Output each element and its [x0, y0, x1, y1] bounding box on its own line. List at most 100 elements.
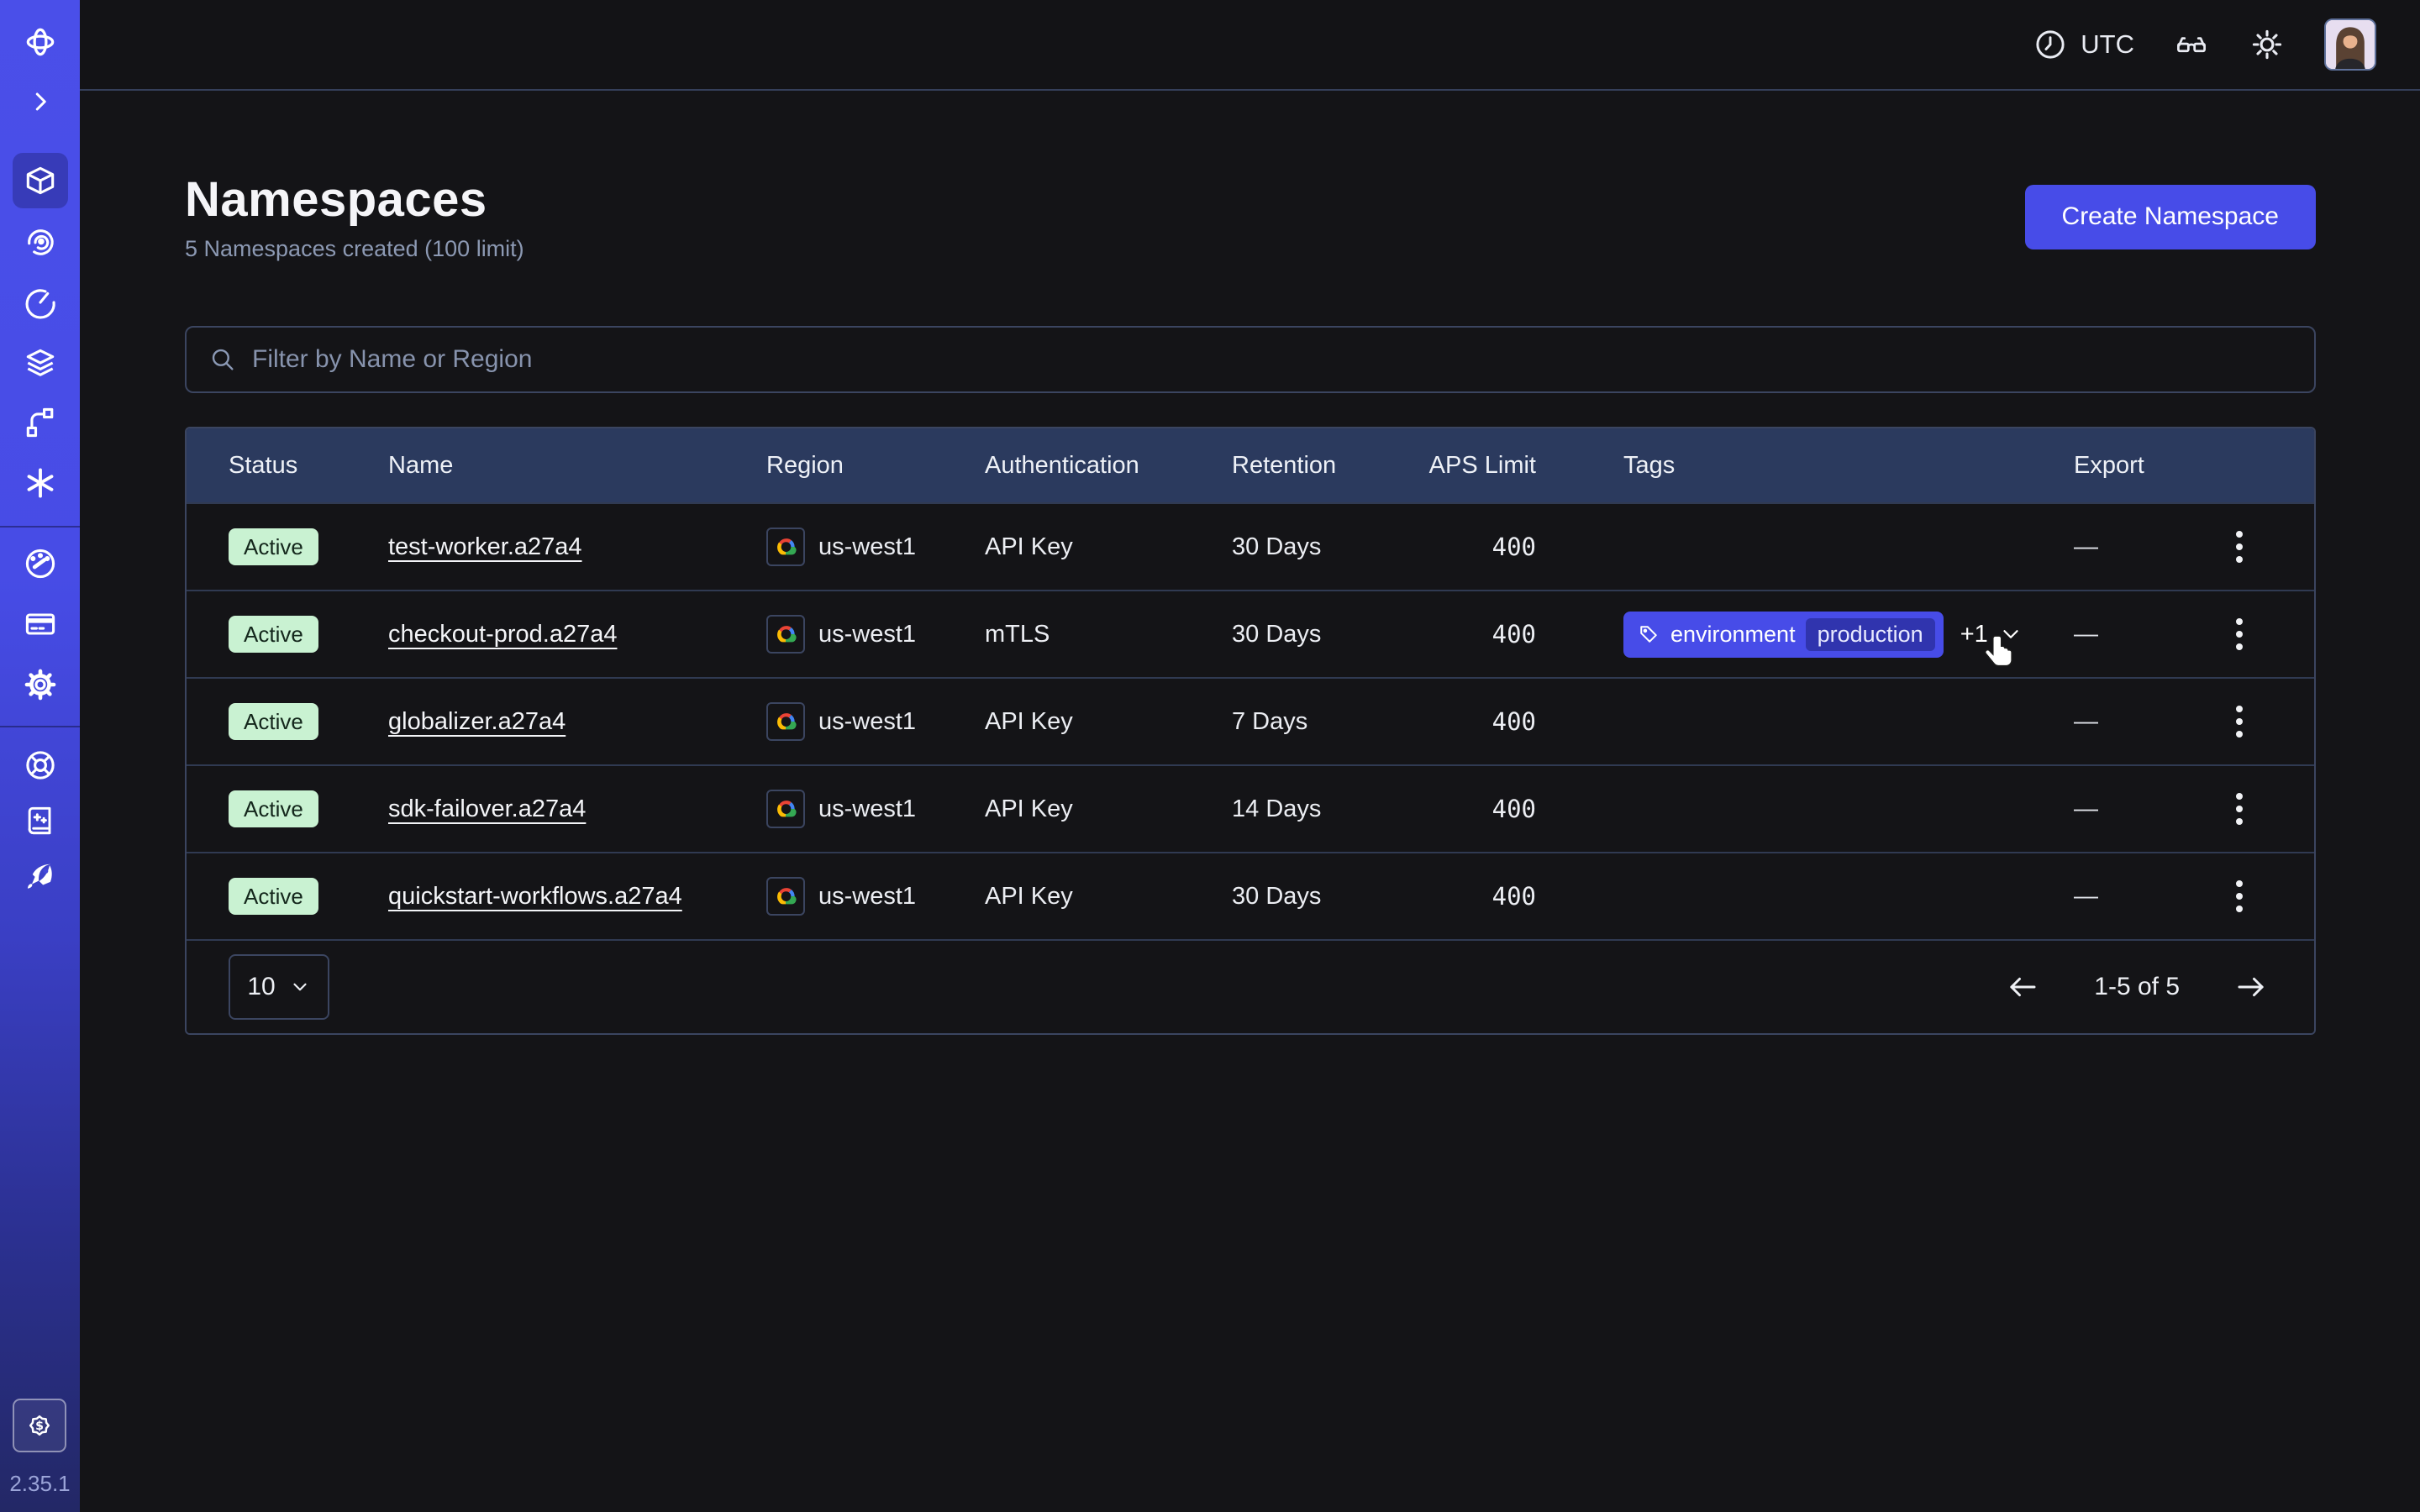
- content: Namespaces 5 Namespaces created (100 lim…: [80, 91, 2420, 1035]
- prev-page-arrow-icon[interactable]: [2005, 969, 2040, 1005]
- table-row: Active quickstart-workflows.a27a4 us-wes…: [187, 852, 2314, 939]
- col-header-tags: Tags: [1556, 452, 2007, 480]
- sidebar-item-settings[interactable]: [13, 657, 68, 712]
- tag-icon: [1637, 622, 1660, 646]
- status-badge: Active: [229, 703, 318, 741]
- pager: 1-5 of 5: [2005, 969, 2269, 1005]
- expand-chevron-icon[interactable]: [13, 74, 68, 129]
- app-version: 2.35.1: [9, 1471, 70, 1497]
- temporal-logo-icon[interactable]: [13, 14, 68, 70]
- gcp-logo-icon: [766, 615, 805, 654]
- region-label: us-west1: [818, 795, 916, 823]
- timezone-label: UTC: [2081, 29, 2134, 60]
- page-subtitle: 5 Namespaces created (100 limit): [185, 236, 524, 262]
- aps-limit-value: 400: [1408, 620, 1556, 648]
- region-label: us-west1: [818, 708, 916, 736]
- tag-value: production: [1806, 618, 1935, 651]
- table-row: Active test-worker.a27a4 us-west1 API Ke…: [187, 502, 2314, 590]
- col-header-status: Status: [187, 452, 388, 480]
- sidebar-item-getting-started[interactable]: [13, 848, 68, 904]
- export-value: —: [2074, 795, 2098, 823]
- sidebar-item-namespaces[interactable]: [13, 153, 68, 208]
- table-header-row: Status Name Region Authentication Retent…: [187, 428, 2314, 502]
- row-menu-kebab-icon[interactable]: [2228, 785, 2251, 833]
- aps-limit-value: 400: [1408, 533, 1556, 561]
- sidebar-item-schedules[interactable]: [13, 275, 68, 330]
- table-row: Active sdk-failover.a27a4 us-west1 API K…: [187, 764, 2314, 852]
- sidebar-item-nexus[interactable]: [13, 455, 68, 511]
- filter-bar[interactable]: [185, 326, 2316, 393]
- topbar: UTC: [80, 0, 2420, 91]
- col-header-retention: Retention: [1232, 452, 1408, 480]
- status-badge: Active: [229, 790, 318, 828]
- reader-glasses-icon[interactable]: [2173, 26, 2210, 63]
- export-value: —: [2074, 533, 2098, 561]
- status-badge: Active: [229, 878, 318, 916]
- gcp-logo-icon: [766, 528, 805, 566]
- row-menu-kebab-icon[interactable]: [2228, 872, 2251, 921]
- retention-value: 14 Days: [1232, 795, 1408, 823]
- search-icon: [208, 345, 237, 374]
- sidebar-item-docs[interactable]: [13, 793, 68, 848]
- user-avatar[interactable]: [2324, 18, 2376, 71]
- create-namespace-button[interactable]: Create Namespace: [2025, 185, 2316, 249]
- row-menu-kebab-icon[interactable]: [2228, 610, 2251, 659]
- plan-money-badge-button[interactable]: $: [13, 1399, 66, 1452]
- sidebar-item-deployments[interactable]: [13, 335, 68, 391]
- row-menu-kebab-icon[interactable]: [2228, 522, 2251, 571]
- namespace-link[interactable]: checkout-prod.a27a4: [388, 621, 617, 648]
- col-header-name: Name: [388, 452, 766, 480]
- region-label: us-west1: [818, 533, 916, 561]
- auth-value: API Key: [985, 795, 1232, 823]
- sidebar-item-usage[interactable]: [13, 536, 68, 591]
- filter-input[interactable]: [252, 345, 2292, 374]
- main-area: UTC: [80, 0, 2420, 1512]
- gcp-logo-icon: [766, 877, 805, 916]
- table-row: Active globalizer.a27a4 us-west1 API Key…: [187, 677, 2314, 764]
- auth-value: API Key: [985, 708, 1232, 736]
- next-page-arrow-icon[interactable]: [2233, 969, 2269, 1005]
- col-header-authentication: Authentication: [985, 452, 1232, 480]
- retention-value: 30 Days: [1232, 883, 1408, 911]
- retention-value: 30 Days: [1232, 621, 1408, 648]
- aps-limit-value: 400: [1408, 795, 1556, 823]
- export-value: —: [2074, 621, 2098, 648]
- tag-overflow-count: +1: [1960, 621, 1988, 648]
- auth-value: API Key: [985, 533, 1232, 561]
- tags-cell: environment production +1: [1556, 612, 2007, 658]
- retention-value: 30 Days: [1232, 533, 1408, 561]
- namespace-link[interactable]: sdk-failover.a27a4: [388, 795, 586, 823]
- timezone-selector[interactable]: UTC: [2032, 26, 2134, 63]
- page-size-value: 10: [247, 973, 275, 1001]
- retention-value: 7 Days: [1232, 708, 1408, 736]
- theme-sun-icon[interactable]: [2249, 26, 2286, 63]
- sidebar-item-support[interactable]: [13, 738, 68, 793]
- sidebar-item-workflows[interactable]: [13, 213, 68, 269]
- sidebar-item-billing[interactable]: [13, 596, 68, 652]
- page-range-label: 1-5 of 5: [2094, 973, 2180, 1001]
- sidebar: $ 2.35.1: [0, 0, 80, 1512]
- status-badge: Active: [229, 528, 318, 566]
- table-footer: 10 1-5 of 5: [187, 939, 2314, 1033]
- chevron-down-icon: [289, 976, 311, 998]
- aps-limit-value: 400: [1408, 707, 1556, 736]
- page-size-select[interactable]: 10: [229, 954, 329, 1020]
- gcp-logo-icon: [766, 790, 805, 828]
- clock-icon: [2032, 26, 2069, 63]
- tag-key: environment: [1670, 622, 1796, 648]
- gcp-logo-icon: [766, 702, 805, 741]
- sidebar-divider: [0, 726, 80, 727]
- sidebar-item-batch-operations[interactable]: [13, 395, 68, 450]
- page-title: Namespaces: [185, 171, 524, 228]
- app-root: $ 2.35.1 UTC: [0, 0, 2420, 1512]
- sidebar-bottom: $ 2.35.1: [9, 1399, 70, 1512]
- col-header-region: Region: [766, 452, 985, 480]
- namespace-link[interactable]: globalizer.a27a4: [388, 708, 566, 736]
- export-value: —: [2074, 708, 2098, 736]
- region-label: us-west1: [818, 883, 916, 911]
- namespace-link[interactable]: quickstart-workflows.a27a4: [388, 883, 682, 911]
- aps-limit-value: 400: [1408, 882, 1556, 911]
- tag-chip[interactable]: environment production: [1623, 612, 1944, 658]
- row-menu-kebab-icon[interactable]: [2228, 697, 2251, 746]
- namespace-link[interactable]: test-worker.a27a4: [388, 533, 582, 561]
